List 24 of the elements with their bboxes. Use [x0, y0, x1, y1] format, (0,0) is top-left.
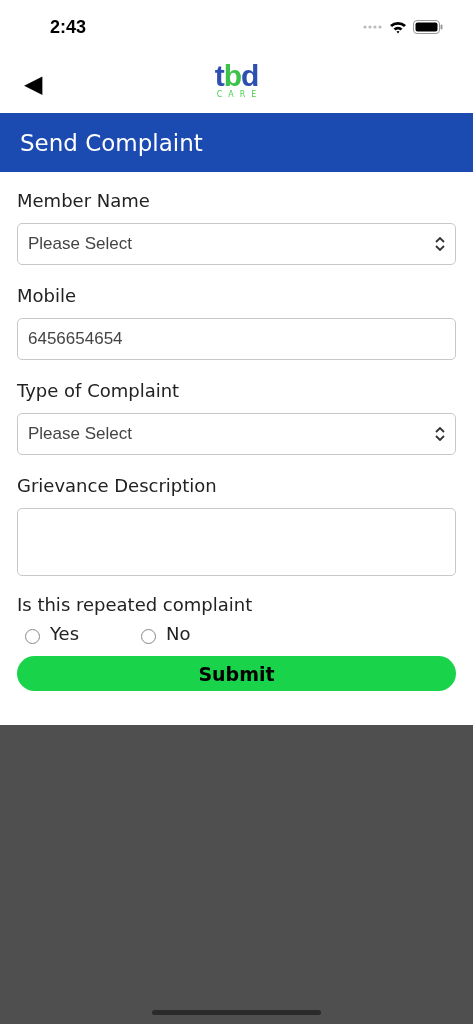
- field-label: Grievance Description: [17, 475, 218, 496]
- select-placeholder: Please Select: [28, 234, 132, 254]
- chevron-up-down-icon: [435, 237, 445, 251]
- text-area[interactable]: [17, 508, 456, 576]
- back-button[interactable]: ◀: [24, 71, 43, 96]
- radio-label: Yes: [50, 623, 80, 644]
- text-field[interactable]: 6456654654: [17, 318, 456, 360]
- submit-button[interactable]: Submit: [17, 656, 456, 691]
- radio-label: No: [166, 623, 191, 644]
- signal-icon: [363, 25, 383, 29]
- battery-icon: [413, 20, 443, 34]
- logo-wordmark: tbd: [214, 62, 259, 90]
- page-title: Send Complaint: [20, 129, 203, 156]
- select-field[interactable]: Please Select: [17, 413, 456, 455]
- logo-subtitle: CARE: [216, 90, 263, 99]
- field-label: Member Name: [17, 190, 151, 211]
- select-placeholder: Please Select: [28, 424, 132, 444]
- field-label: Mobile: [17, 285, 78, 306]
- wifi-icon: [389, 20, 407, 34]
- question-label: Is this repeated complaint: [17, 594, 254, 615]
- status-time: 2:43: [50, 16, 87, 38]
- field-label: Type of Complaint: [17, 380, 181, 401]
- select-field[interactable]: Please Select: [17, 223, 456, 265]
- chevron-up-down-icon: [435, 427, 445, 441]
